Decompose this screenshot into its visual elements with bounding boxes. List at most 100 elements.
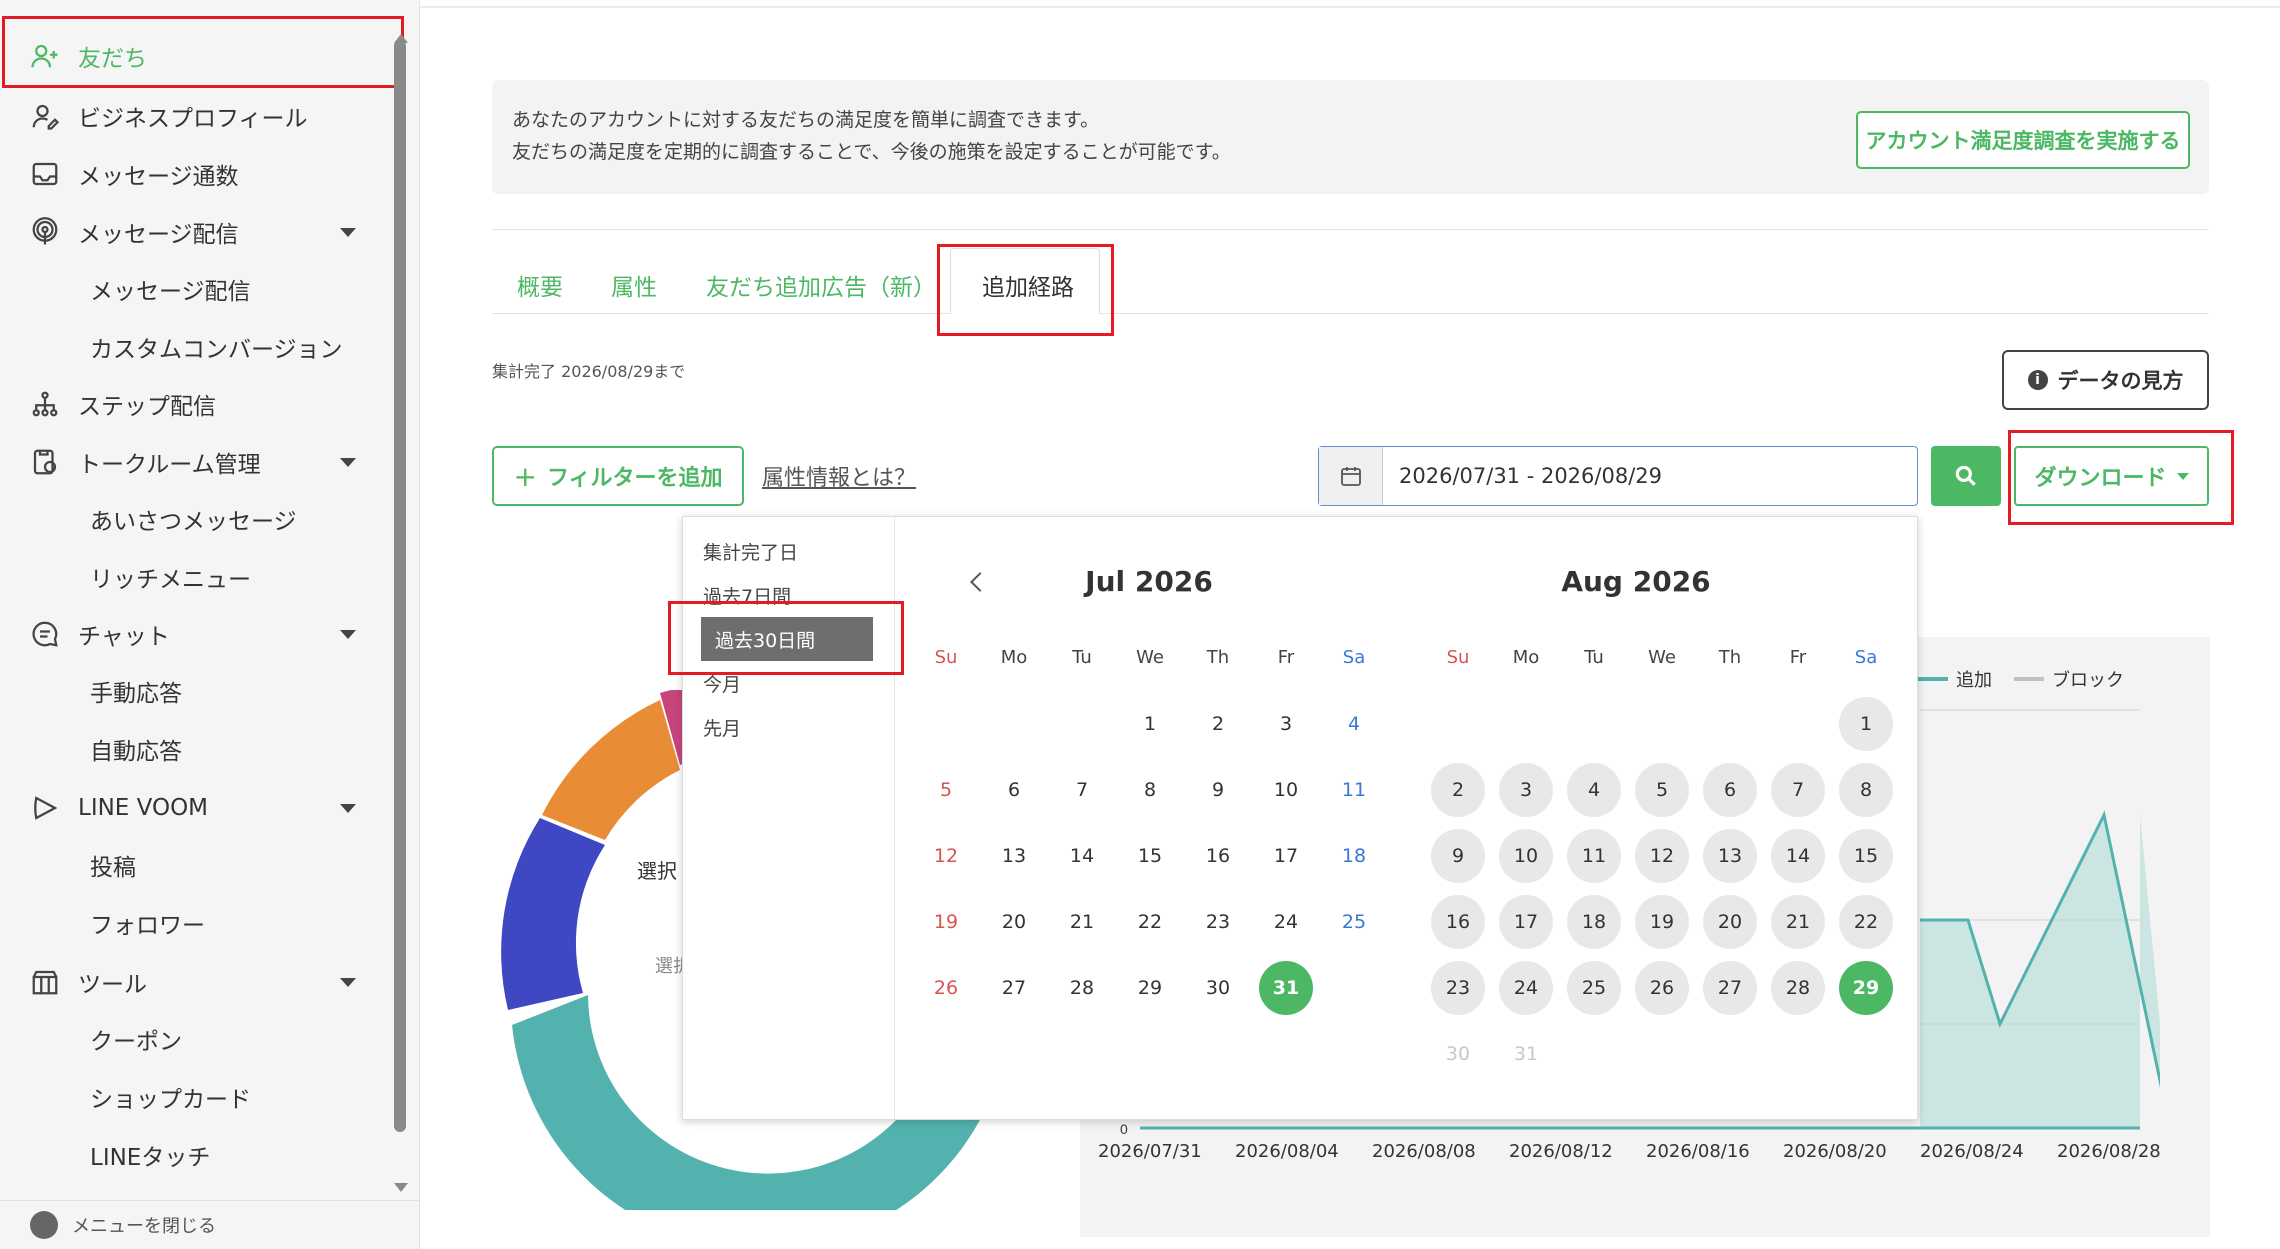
calendar-day[interactable]: 6 [987,763,1041,817]
calendar-day[interactable]: 18 [1567,895,1621,949]
sidebar-item-line-voom[interactable]: LINE VOOM [0,780,392,836]
prev-month-icon[interactable] [970,572,990,592]
donut-slice-orange [542,700,680,840]
sidebar-subitem-posts[interactable]: 投稿 [90,840,136,890]
info-icon: i [2027,370,2048,390]
survey-button[interactable]: アカウント満足度調査を実施する [1856,111,2190,169]
calendar-day[interactable]: 15 [1839,829,1893,883]
calendar-day[interactable]: 17 [1259,829,1313,883]
sidebar-subitem-message-delivery[interactable]: メッセージ配信 [90,264,251,314]
sidebar-subitem-followers[interactable]: フォロワー [90,898,205,948]
calendar-day[interactable]: 25 [1327,895,1381,949]
attribute-info-link[interactable]: 属性情報とは？ [762,460,916,492]
calendar-day[interactable]: 13 [1703,829,1757,883]
weekday-label: Sa [1342,647,1366,668]
calendar-day[interactable]: 15 [1123,829,1177,883]
sidebar-subitem-shop-card[interactable]: ショップカード [90,1072,251,1122]
calendar-day[interactable]: 13 [987,829,1041,883]
calendar-day[interactable]: 3 [1499,763,1553,817]
calendar-day[interactable]: 2 [1431,763,1485,817]
sidebar-subitem-coupon[interactable]: クーポン [90,1014,182,1064]
calendar-day[interactable]: 23 [1431,961,1485,1015]
sidebar-subitem-line-touch[interactable]: LINEタッチ [90,1130,210,1180]
sidebar-scrollbar[interactable] [394,40,406,1132]
add-filter-button[interactable]: + フィルターを追加 [492,446,744,506]
calendar-day[interactable]: 26 [919,961,973,1015]
calendar-day[interactable]: 24 [1499,961,1553,1015]
calendar-day[interactable]: 6 [1703,763,1757,817]
calendar-day[interactable]: 30 [1431,1027,1485,1081]
calendar-day[interactable]: 16 [1191,829,1245,883]
calendar-day[interactable]: 26 [1635,961,1689,1015]
calendar-day[interactable]: 28 [1055,961,1109,1015]
calendar-day[interactable]: 2 [1191,697,1245,751]
calendar-day[interactable]: 8 [1123,763,1177,817]
calendar-day[interactable]: 27 [987,961,1041,1015]
calendar-day[interactable]: 4 [1327,697,1381,751]
calendar-day[interactable]: 29 [1839,961,1893,1015]
range-last-month[interactable]: 先月 [683,705,895,749]
sidebar-subitem-manual-reply[interactable]: 手動応答 [90,666,182,716]
sidebar-subitem-greeting[interactable]: あいさつメッセージ [90,494,297,544]
calendar-day[interactable]: 11 [1567,829,1621,883]
calendar-day[interactable]: 27 [1703,961,1757,1015]
calendar-day[interactable]: 24 [1259,895,1313,949]
calendar-day[interactable]: 17 [1499,895,1553,949]
sidebar-item-talkroom[interactable]: トークルーム管理 [0,434,392,490]
calendar-day[interactable]: 1 [1123,697,1177,751]
calendar-day[interactable]: 20 [1703,895,1757,949]
sidebar-item-chat[interactable]: チャット [0,606,392,662]
calendar-day[interactable]: 29 [1123,961,1177,1015]
calendar-day[interactable]: 14 [1055,829,1109,883]
calendar-day[interactable]: 7 [1055,763,1109,817]
sidebar-item-message-delivery[interactable]: メッセージ配信 [0,204,392,260]
calendar-day[interactable]: 22 [1839,895,1893,949]
calendar-day[interactable]: 28 [1771,961,1825,1015]
data-guide-button[interactable]: i データの見方 [2002,350,2209,410]
sidebar-subitem-rich-menu[interactable]: リッチメニュー [90,552,251,602]
calendar-day[interactable]: 11 [1327,763,1381,817]
calendar-day[interactable]: 19 [919,895,973,949]
sidebar-item-message-count[interactable]: メッセージ通数 [0,146,392,202]
calendar-day[interactable]: 30 [1191,961,1245,1015]
calendar-day[interactable]: 20 [987,895,1041,949]
calendar-day[interactable]: 21 [1055,895,1109,949]
tab-overview[interactable]: 概要 [517,268,563,302]
calendar-day[interactable]: 14 [1771,829,1825,883]
calendar-day[interactable]: 1 [1839,697,1893,751]
tab-friend-ads[interactable]: 友だち追加広告（新） [706,268,936,302]
calendar-day[interactable]: 5 [919,763,973,817]
calendar-day[interactable]: 12 [919,829,973,883]
calendar-day[interactable]: 4 [1567,763,1621,817]
calendar-day[interactable]: 12 [1635,829,1689,883]
sidebar-subitem-custom-conversion[interactable]: カスタムコンバージョン [90,322,343,372]
date-range-input[interactable]: 2026/07/31 - 2026/08/29 [1318,446,1918,506]
sidebar-footer[interactable]: メニューを閉じる [0,1200,420,1249]
sidebar-subitem-auto-reply[interactable]: 自動応答 [90,724,182,774]
calendar-day[interactable]: 22 [1123,895,1177,949]
calendar-day[interactable]: 19 [1635,895,1689,949]
calendar-day[interactable]: 10 [1259,763,1313,817]
calendar-day[interactable]: 16 [1431,895,1485,949]
calendar-day[interactable]: 18 [1327,829,1381,883]
calendar-day[interactable]: 8 [1839,763,1893,817]
calendar-day[interactable]: 3 [1259,697,1313,751]
calendar-day[interactable]: 9 [1431,829,1485,883]
sidebar-item-tools[interactable]: ツール [0,954,392,1010]
search-button[interactable] [1931,446,2001,506]
calendar-day[interactable]: 5 [1635,763,1689,817]
sidebar-item-business-profile[interactable]: ビジネスプロフィール [0,88,392,144]
weekday-label: We [1648,647,1676,668]
calendar-day[interactable]: 21 [1771,895,1825,949]
sidebar-item-step-delivery[interactable]: ステップ配信 [0,376,392,432]
scroll-down-icon[interactable] [394,1183,408,1192]
calendar-day[interactable]: 10 [1499,829,1553,883]
range-aggregated-day[interactable]: 集計完了日 [683,529,895,573]
calendar-day[interactable]: 31 [1259,961,1313,1015]
calendar-day[interactable]: 9 [1191,763,1245,817]
calendar-day[interactable]: 23 [1191,895,1245,949]
tab-attributes[interactable]: 属性 [611,268,657,302]
calendar-day[interactable]: 7 [1771,763,1825,817]
calendar-day[interactable]: 31 [1499,1027,1553,1081]
calendar-day[interactable]: 25 [1567,961,1621,1015]
